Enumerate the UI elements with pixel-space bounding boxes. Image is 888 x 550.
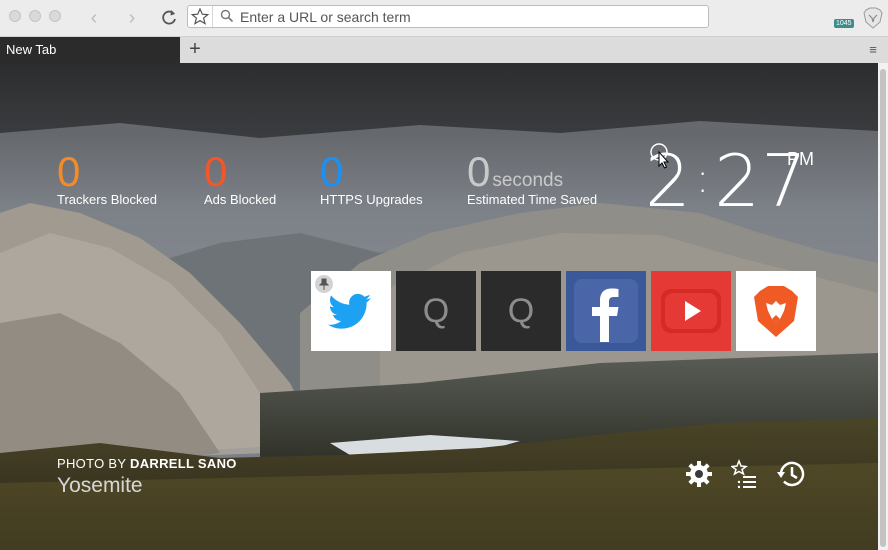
tab-new-tab[interactable]: New Tab: [0, 37, 180, 63]
twitter-icon: [328, 293, 371, 329]
top-site-twitter[interactable]: [311, 271, 391, 351]
browser-toolbar: ‹ › Enter a URL or search term 1045: [0, 0, 888, 37]
new-tab-button[interactable]: +: [186, 37, 204, 63]
photo-credit: PHOTO BY DARRELL SANO: [57, 456, 237, 471]
history-icon: [777, 461, 805, 487]
photo-credit-prefix: PHOTO BY: [57, 456, 127, 471]
tab-strip: New Tab + ≡: [0, 37, 888, 64]
reload-icon: [162, 10, 176, 25]
new-tab-page: 0 Trackers Blocked 0 Ads Blocked 0 HTTPS…: [0, 63, 878, 550]
back-button[interactable]: ‹: [83, 7, 105, 29]
trackers-blocked-label: Trackers Blocked: [57, 192, 157, 207]
url-bar[interactable]: Enter a URL or search term: [187, 5, 709, 28]
https-upgrades-count: 0: [320, 148, 344, 195]
mouse-cursor-icon: [650, 143, 670, 169]
brave-lion-icon: [754, 286, 798, 337]
placeholder-letter: Q: [507, 292, 535, 330]
placeholder-letter: Q: [422, 292, 450, 330]
scrollbar-thumb[interactable]: [880, 69, 886, 547]
https-upgrades-label: HTTPS Upgrades: [320, 192, 423, 207]
search-icon: [220, 9, 234, 23]
settings-icon: [686, 461, 712, 487]
top-site-placeholder[interactable]: Q: [396, 271, 476, 351]
url-placeholder: Enter a URL or search term: [240, 9, 411, 25]
ads-blocked-label: Ads Blocked: [204, 192, 277, 207]
brave-shields-button[interactable]: [862, 6, 884, 30]
history-button[interactable]: [776, 459, 806, 489]
trackers-blocked-count: 0: [57, 148, 81, 195]
facebook-icon: [574, 279, 638, 343]
reload-button[interactable]: [158, 7, 180, 29]
ads-blocked-stat: 0 Ads Blocked: [204, 148, 277, 208]
trackers-blocked-stat: 0 Trackers Blocked: [57, 148, 157, 208]
bookmarks-button[interactable]: [730, 458, 761, 489]
forward-button[interactable]: ›: [121, 7, 143, 29]
clock-colon: :: [695, 156, 711, 202]
star-icon: [190, 7, 210, 25]
photographer-name: DARRELL SANO: [130, 456, 237, 471]
top-site-brave[interactable]: [736, 271, 816, 351]
bookmarks-icon: [730, 458, 756, 489]
https-upgrades-stat: 0 HTTPS Upgrades: [320, 148, 423, 208]
youtube-icon: [661, 289, 721, 333]
tab-menu-button[interactable]: ≡: [866, 37, 880, 63]
extension-badge-count: 1045: [834, 19, 854, 28]
clock-ampm: PM: [787, 149, 814, 169]
extension-button[interactable]: 1045: [834, 12, 854, 28]
photo-location: Yosemite: [57, 474, 143, 497]
bookmark-star-button[interactable]: [188, 6, 213, 27]
top-site-facebook[interactable]: [566, 271, 646, 351]
settings-button[interactable]: [684, 459, 714, 489]
top-site-youtube[interactable]: [651, 271, 731, 351]
time-saved-unit: seconds: [492, 170, 564, 191]
ads-blocked-count: 0: [204, 148, 228, 195]
time-saved-count: 0: [467, 148, 491, 195]
top-site-placeholder[interactable]: Q: [481, 271, 561, 351]
zoom-window-button[interactable]: [49, 10, 61, 22]
time-saved-label: Estimated Time Saved: [467, 192, 598, 207]
brave-lion-icon: [863, 7, 883, 29]
page-scrollbar[interactable]: [878, 63, 888, 550]
close-window-button[interactable]: [9, 10, 21, 22]
minimize-window-button[interactable]: [29, 10, 41, 22]
time-saved-stat: 0 seconds Estimated Time Saved: [467, 148, 598, 208]
